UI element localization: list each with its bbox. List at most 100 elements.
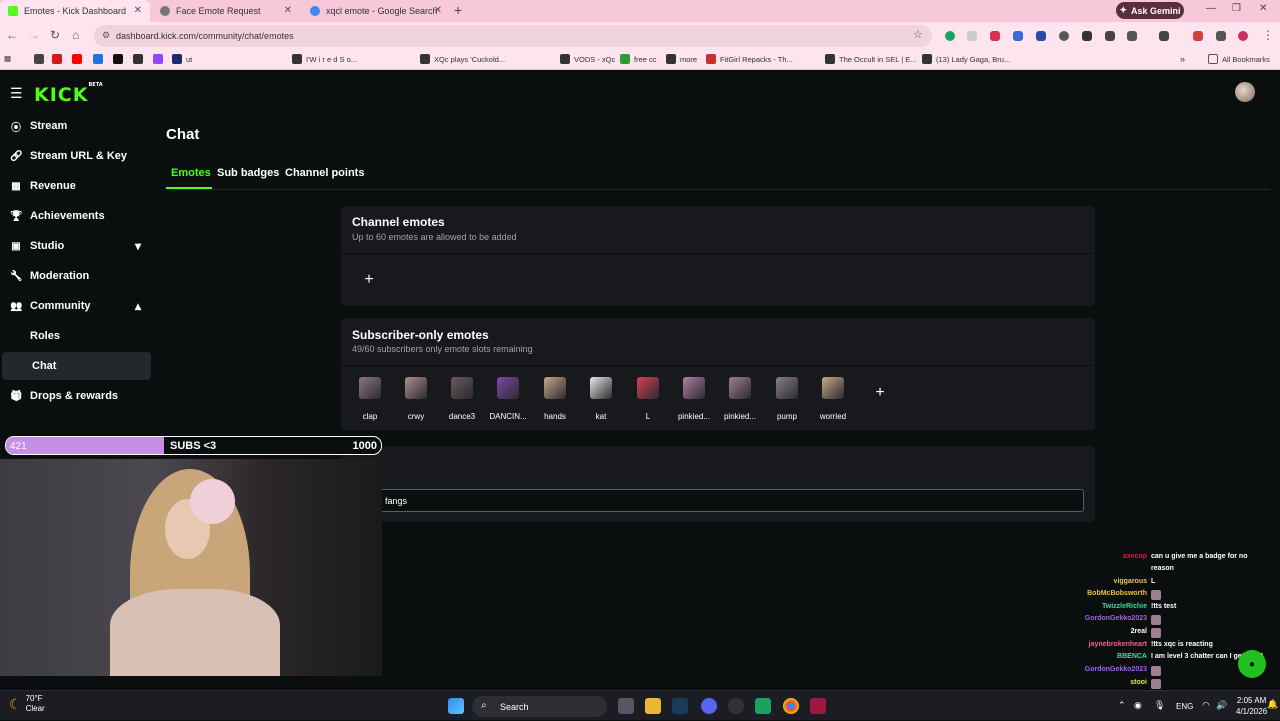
bookmark-item[interactable]	[52, 54, 66, 64]
back-arrow-icon[interactable]: ←	[6, 28, 18, 42]
chevron-up-icon[interactable]: ▴	[135, 299, 141, 313]
chevron-down-icon[interactable]: ▾	[135, 239, 141, 253]
tab-channel-points[interactable]: Channel points	[285, 167, 364, 179]
user-avatar[interactable]	[1235, 82, 1255, 102]
profile-icon[interactable]	[1238, 31, 1248, 41]
site-info-icon[interactable]: ⚙	[102, 30, 110, 41]
sidebar-item-chat[interactable]: Chat	[2, 352, 151, 380]
task-view-icon[interactable]	[618, 698, 634, 714]
extension-icon[interactable]	[1013, 31, 1023, 41]
bookmark-item[interactable]: I'W i r e d S o...	[292, 54, 357, 64]
sidebar-item-roles[interactable]: Roles	[0, 322, 151, 350]
bookmark-item[interactable]	[113, 54, 127, 64]
sidebar-item-drops-rewards[interactable]: 🎁 Drops & rewards	[0, 382, 151, 410]
emote-tile[interactable]: pump	[767, 377, 807, 421]
bookmark-item[interactable]: free cc	[620, 54, 657, 64]
tab-sub-badges[interactable]: Sub badges	[217, 167, 279, 179]
sidebar-item-achievements[interactable]: 🏆 Achievements	[0, 202, 151, 230]
extension-icon[interactable]	[1105, 31, 1115, 41]
emote-tile[interactable]: clap	[350, 377, 390, 421]
notification-bell-icon[interactable]: 🔔	[1267, 699, 1278, 710]
tray-app-icon[interactable]: ◉	[1134, 700, 1142, 711]
extension-icon[interactable]	[1059, 31, 1069, 41]
minimize-icon[interactable]: —	[1206, 3, 1216, 14]
app-icon[interactable]	[755, 698, 771, 714]
microphone-icon[interactable]: 🎙	[1154, 700, 1165, 711]
sidebar-item-revenue[interactable]: ▦ Revenue	[0, 172, 151, 200]
sidebar-item-community[interactable]: 👥 Community ▴	[0, 292, 151, 320]
discord-icon[interactable]	[701, 698, 717, 714]
extension-icon[interactable]	[967, 31, 977, 41]
more-bookmarks-icon[interactable]: »	[1180, 54, 1185, 64]
emote-tile[interactable]: hands	[535, 377, 575, 421]
chrome-icon[interactable]	[783, 698, 799, 714]
bookmark-item[interactable]	[133, 54, 147, 64]
download-icon[interactable]	[1193, 31, 1203, 41]
wifi-icon[interactable]: ◠	[1202, 700, 1210, 711]
extension-icon[interactable]	[990, 31, 1000, 41]
ask-gemini-button[interactable]: ✦ Ask Gemini	[1116, 2, 1184, 19]
sidebar-item-moderation[interactable]: 🔧 Moderation	[0, 262, 151, 290]
close-tab-icon[interactable]: ✕	[284, 5, 292, 16]
weather-widget[interactable]: ☾ 70°F Clear	[9, 694, 45, 714]
puzzle-extensions-icon[interactable]	[1127, 31, 1137, 41]
bookmark-item[interactable]: (13) Lady Gaga, Bru...	[922, 54, 1010, 64]
browser-tab[interactable]: Face Emote Request ✕	[152, 0, 300, 22]
bookmark-item[interactable]: more	[666, 54, 697, 64]
sidebar-item-stream-url-key[interactable]: 🔗 Stream URL & Key	[0, 142, 151, 170]
emote-tile[interactable]: worried	[813, 377, 853, 421]
kick-logo[interactable]: KICKBETA	[34, 82, 103, 106]
address-bar[interactable]: ⚙ dashboard.kick.com/community/chat/emot…	[94, 25, 932, 47]
maximize-icon[interactable]: ❐	[1232, 3, 1241, 14]
emote-tile[interactable]: crwy	[396, 377, 436, 421]
bookmark-star-icon[interactable]: ☆	[913, 28, 923, 41]
hamburger-menu-icon[interactable]: ☰	[10, 85, 23, 102]
emote-tile[interactable]: kat	[581, 377, 621, 421]
reload-icon[interactable]: ↻	[50, 28, 60, 42]
sidebar-item-stream[interactable]: ⦿ Stream	[0, 112, 151, 140]
emote-tile[interactable]: pinkied...	[720, 377, 760, 421]
sidepanel-icon[interactable]	[1159, 31, 1169, 41]
tray-expand-icon[interactable]: ⌃	[1118, 700, 1126, 711]
sidebar-item-studio[interactable]: ▣ Studio ▾	[0, 232, 151, 260]
volume-icon[interactable]: 🔊	[1216, 700, 1227, 711]
bookmark-item[interactable]	[93, 54, 107, 64]
close-tab-icon[interactable]: ✕	[434, 5, 442, 16]
add-channel-emote-button[interactable]: +	[359, 270, 379, 290]
kebab-menu-icon[interactable]: ⋮	[1262, 28, 1274, 42]
media-controls-icon[interactable]	[1216, 31, 1226, 41]
language-indicator[interactable]: ENG	[1176, 702, 1193, 711]
file-explorer-icon[interactable]	[645, 698, 661, 714]
home-icon[interactable]: ⌂	[72, 28, 79, 42]
obs-icon[interactable]	[728, 698, 744, 714]
forward-arrow-icon[interactable]: →	[28, 28, 40, 42]
bookmark-item[interactable]: FitGirl Repacks - Th...	[706, 54, 793, 64]
extension-icon[interactable]	[1082, 31, 1092, 41]
emote-tile[interactable]: dance3	[442, 377, 482, 421]
all-bookmarks-button[interactable]: All Bookmarks	[1208, 54, 1270, 64]
apps-grid-icon[interactable]: ▦	[4, 54, 11, 63]
bookmark-item[interactable]: ut	[172, 54, 192, 64]
close-window-icon[interactable]: ✕	[1259, 3, 1267, 14]
steam-icon[interactable]	[672, 698, 688, 714]
emote-tile[interactable]: pinkied...	[674, 377, 714, 421]
bookmark-item[interactable]: XQc plays 'Cuckold...	[420, 54, 505, 64]
emote-name-input[interactable]: fangs	[351, 489, 1084, 512]
close-tab-icon[interactable]: ✕	[134, 5, 142, 16]
bookmark-item[interactable]: The Occult in SEL | E...	[825, 54, 917, 64]
bookmark-item[interactable]	[153, 54, 167, 64]
new-tab-button[interactable]: +	[454, 2, 462, 18]
app-icon[interactable]	[810, 698, 826, 714]
windows-start-icon[interactable]	[448, 698, 464, 714]
bookmark-item[interactable]	[34, 54, 48, 64]
extension-icon[interactable]	[945, 31, 955, 41]
emote-tile[interactable]: DANCIN...	[488, 377, 528, 421]
tab-emotes[interactable]: Emotes	[171, 167, 211, 179]
browser-tab[interactable]: xqcl emote - Google Search ✕	[302, 0, 450, 22]
browser-tab[interactable]: Emotes - Kick Dashboard ✕	[0, 0, 150, 22]
bookmark-item[interactable]: VODS - xQc	[560, 54, 615, 64]
taskbar-search[interactable]: ⌕ Search	[472, 696, 607, 717]
add-subscriber-emote-button[interactable]: +	[870, 383, 890, 403]
emote-tile[interactable]: L	[628, 377, 668, 421]
bookmark-item[interactable]	[72, 54, 86, 64]
